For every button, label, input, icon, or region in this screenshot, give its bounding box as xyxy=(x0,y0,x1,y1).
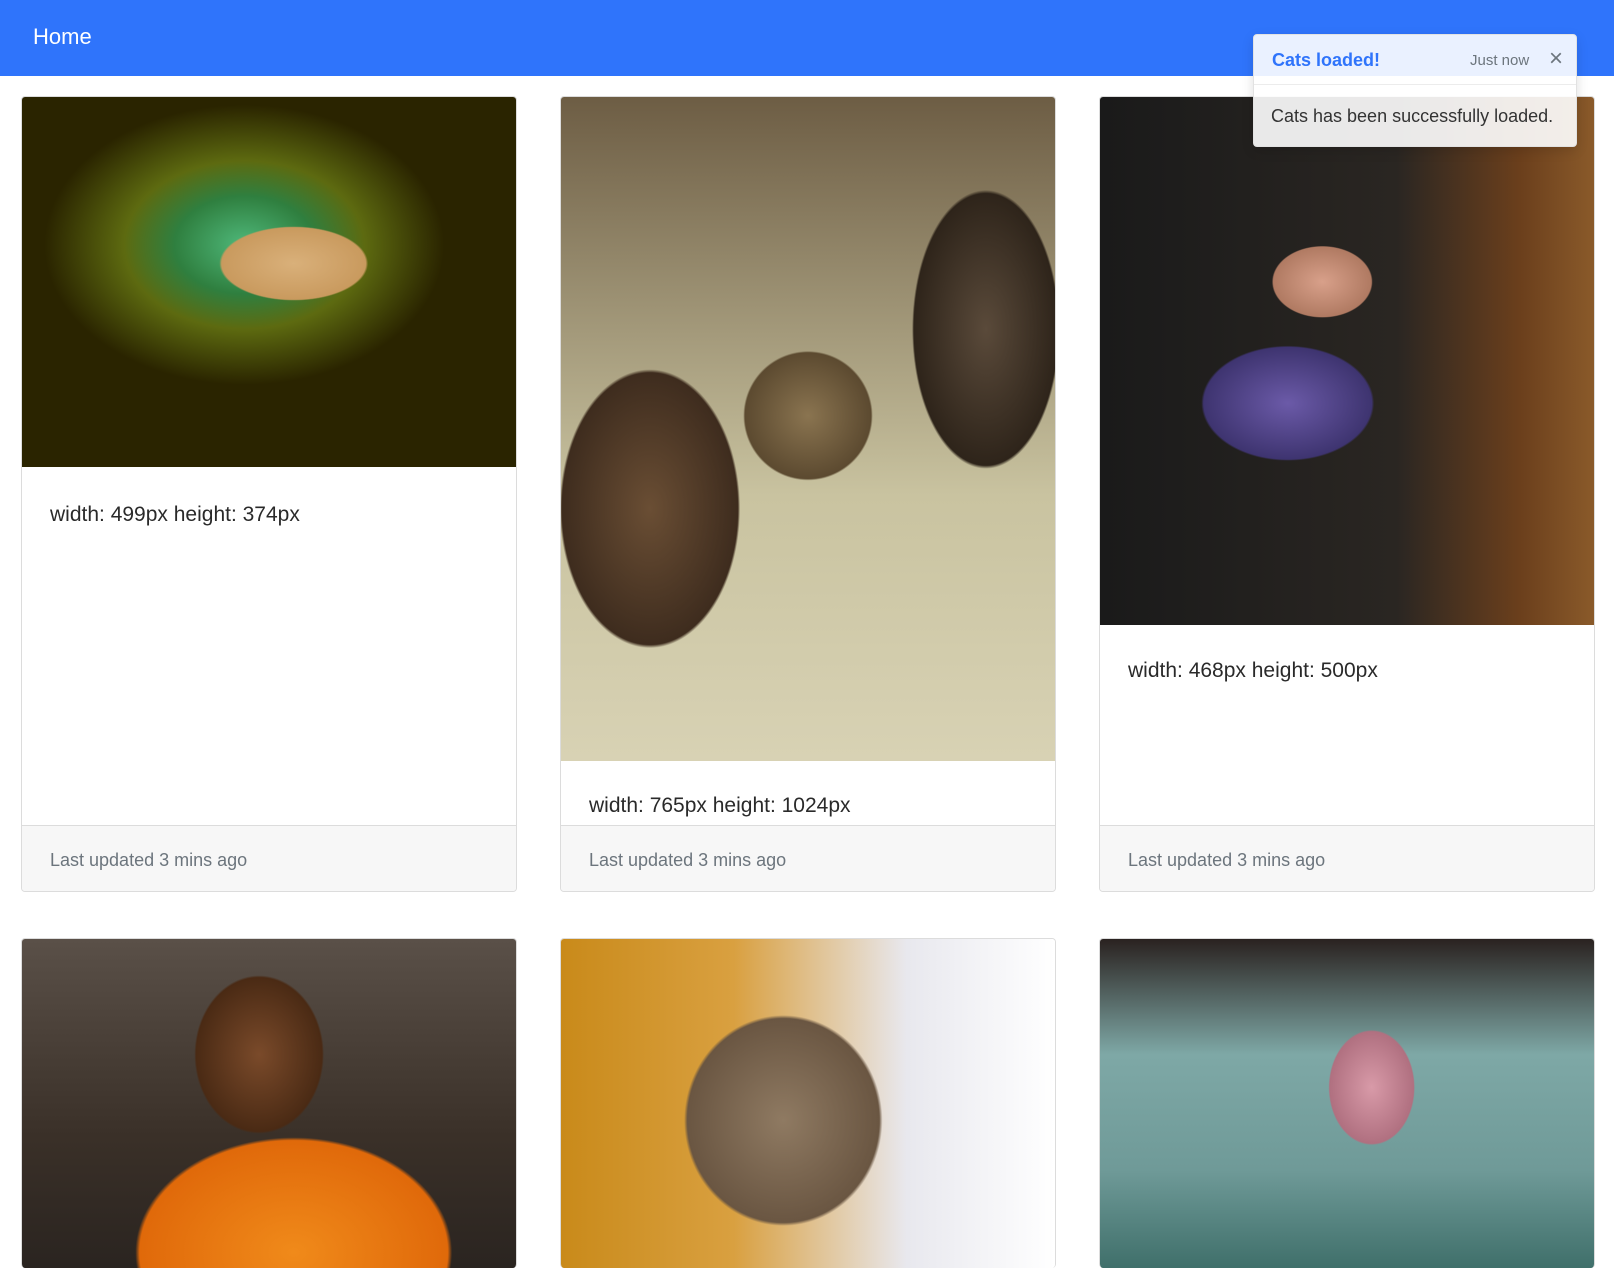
last-updated-text: Last updated 3 mins ago xyxy=(1128,850,1326,870)
cat-on-pillows-image xyxy=(561,97,1055,761)
home-link[interactable]: Home xyxy=(33,24,92,50)
cat-on-bed-image xyxy=(1100,939,1594,1268)
card-footer: Last updated 3 mins ago xyxy=(1100,825,1594,891)
cat-card: width: 468px height: 500px Last updated … xyxy=(1099,96,1595,892)
cat-card xyxy=(21,938,517,1268)
cat-card: width: 499px height: 374px Last updated … xyxy=(21,96,517,892)
monk-image xyxy=(22,939,516,1268)
last-updated-text: Last updated 3 mins ago xyxy=(589,850,787,870)
toast-title: Cats loaded! xyxy=(1272,50,1381,70)
card-caption: width: 499px height: 374px xyxy=(50,503,300,526)
kitten-image xyxy=(561,939,1055,1268)
cat-in-space-image xyxy=(22,97,516,467)
close-icon[interactable]: × xyxy=(1544,46,1568,72)
toast-timestamp: Just now xyxy=(1470,52,1530,69)
card-footer: Last updated 3 mins ago xyxy=(22,825,516,891)
cat-card: width: 765px height: 1024px Last updated… xyxy=(560,96,1056,892)
card-footer: Last updated 3 mins ago xyxy=(561,825,1055,891)
toast-message: Cats has been successfully loaded. xyxy=(1271,106,1554,126)
cat-card xyxy=(1099,938,1595,1268)
toast-notification: Cats loaded! Just now × Cats has been su… xyxy=(1253,34,1577,147)
toast-header: Cats loaded! Just now × xyxy=(1254,35,1576,85)
card-caption: width: 468px height: 500px xyxy=(1128,659,1378,682)
card-caption: width: 765px height: 1024px xyxy=(589,794,851,817)
cat-in-basket-image xyxy=(1100,97,1594,625)
last-updated-text: Last updated 3 mins ago xyxy=(50,850,248,870)
cat-card xyxy=(560,938,1056,1268)
